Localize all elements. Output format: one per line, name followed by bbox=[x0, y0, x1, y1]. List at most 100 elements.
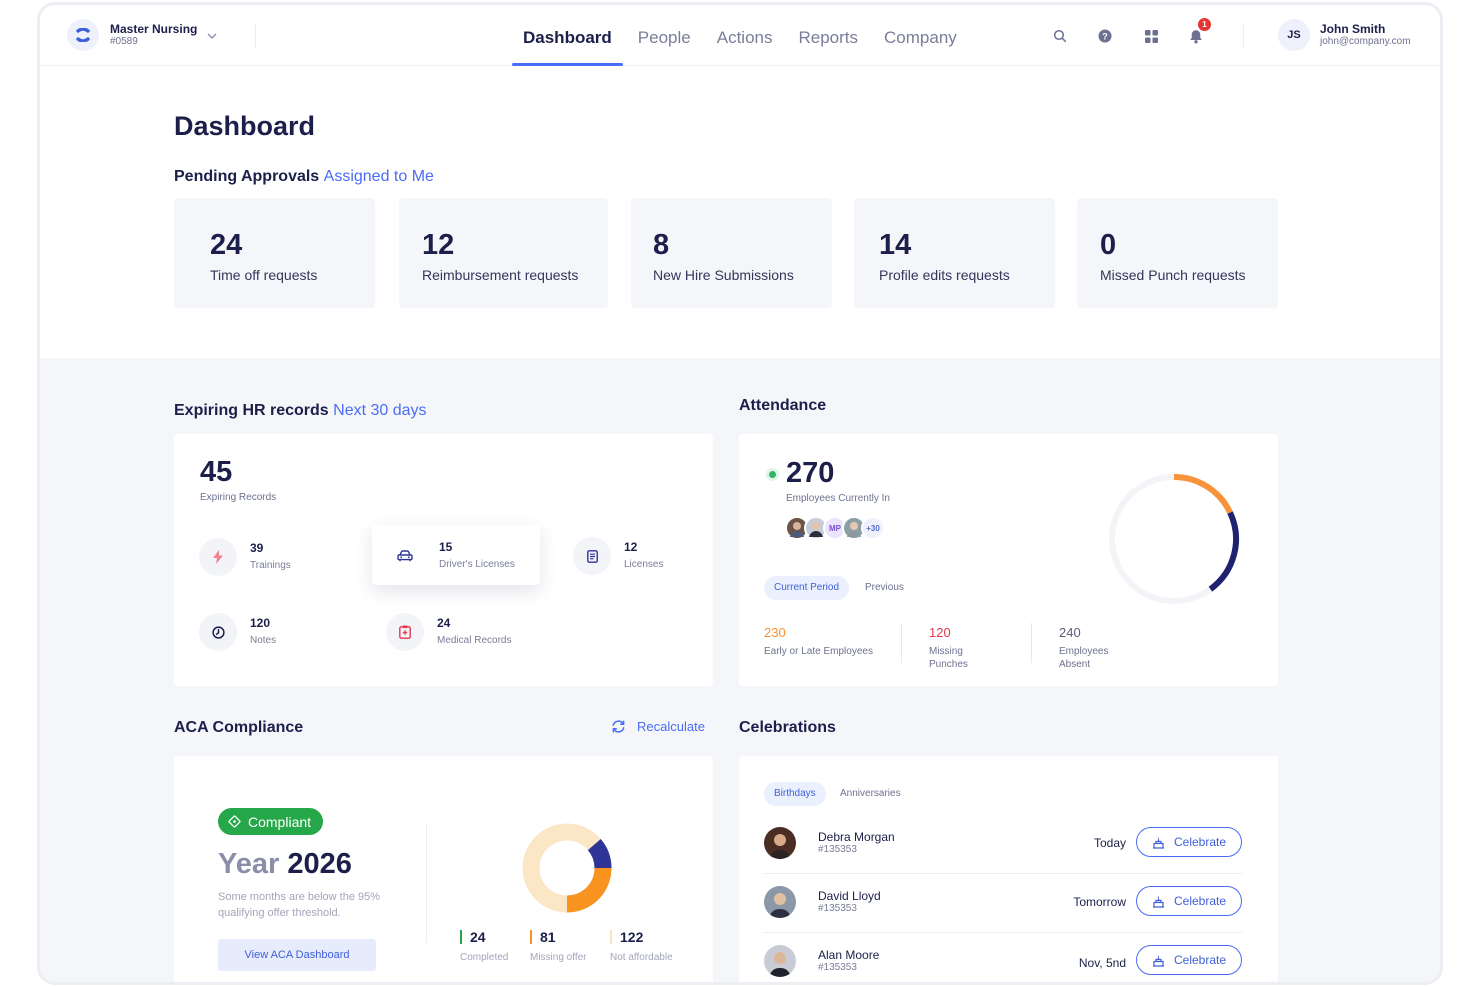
stat-card-new-hire[interactable]: 8 New Hire Submissions bbox=[631, 198, 832, 308]
nav-actions[interactable]: Actions bbox=[704, 5, 786, 66]
employee-avatars[interactable]: MP +30 bbox=[785, 516, 885, 540]
expiring-total-label: Expiring Records bbox=[200, 492, 277, 503]
aca-year: Year 2026 bbox=[218, 848, 352, 881]
view-aca-dashboard-button[interactable]: View ACA Dashboard bbox=[218, 939, 376, 971]
hr-item-drivers-licenses[interactable]: 15 Driver's Licenses bbox=[386, 537, 515, 575]
search-icon[interactable] bbox=[1049, 25, 1071, 47]
donut-segment-missing-offer bbox=[566, 867, 612, 913]
section-title-text: Expiring HR records bbox=[174, 402, 329, 419]
stat-value: 24 bbox=[210, 229, 243, 261]
stat-card-profile-edits[interactable]: 14 Profile edits requests bbox=[854, 198, 1055, 308]
aca-stat-label: Completed bbox=[460, 952, 509, 963]
stat-label: Missed Punch requests bbox=[1100, 267, 1246, 283]
missing-punches-label: Missing Punches bbox=[929, 646, 968, 670]
notification-badge: 1 bbox=[1198, 18, 1211, 31]
stat-card-time-off[interactable]: 24 Time off requests bbox=[174, 198, 375, 308]
celebrate-button[interactable]: Celebrate bbox=[1136, 886, 1242, 916]
celebrate-button[interactable]: Celebrate bbox=[1136, 827, 1242, 857]
diamond-icon bbox=[228, 815, 241, 828]
hr-item-medical-records[interactable]: 24 Medical Records bbox=[386, 613, 511, 651]
celebrant-id: #135353 bbox=[818, 844, 857, 855]
cake-icon bbox=[1152, 954, 1164, 967]
celebrate-button[interactable]: Celebrate bbox=[1136, 945, 1242, 975]
employees-absent-label: Employees Absent bbox=[1059, 646, 1109, 670]
attendance-ring-segment bbox=[1173, 474, 1233, 514]
avatar: JS bbox=[1278, 19, 1310, 51]
celebrate-label: Celebrate bbox=[1173, 835, 1227, 849]
nav-reports[interactable]: Reports bbox=[785, 5, 871, 66]
hr-item-value: 15 bbox=[439, 540, 453, 554]
organization-switcher[interactable]: Master Nursing #0589 bbox=[67, 19, 217, 51]
attendance-ring-segment bbox=[1208, 511, 1239, 592]
aca-stat-label: Missing offer bbox=[530, 952, 587, 963]
employees-absent-value: 240 bbox=[1059, 625, 1081, 640]
main-nav: Dashboard People Actions Reports Company bbox=[510, 5, 970, 66]
expiring-total: 45 bbox=[200, 456, 233, 488]
stat-value: 0 bbox=[1100, 229, 1117, 261]
stat-label: Profile edits requests bbox=[879, 267, 1010, 283]
tab-anniversaries[interactable]: Anniversaries bbox=[830, 782, 911, 806]
tab-previous[interactable]: Previous bbox=[855, 576, 914, 600]
attendance-ring bbox=[1109, 474, 1239, 604]
stat-label: Reimbursement requests bbox=[422, 267, 579, 283]
divider bbox=[1243, 23, 1244, 49]
svg-text:?: ? bbox=[1102, 32, 1108, 42]
next-30-days-link[interactable]: Next 30 days bbox=[333, 402, 426, 419]
tab-birthdays[interactable]: Birthdays bbox=[764, 782, 826, 806]
divider bbox=[255, 23, 256, 49]
page-title: Dashboard bbox=[174, 111, 316, 141]
user-menu[interactable]: JS John Smith john@company.com bbox=[1278, 19, 1411, 51]
early-late-value: 230 bbox=[764, 625, 786, 640]
celebrant-name: Debra Morgan bbox=[818, 830, 895, 844]
hr-item-trainings[interactable]: 39 Trainings bbox=[199, 538, 291, 576]
aca-compliance-panel: Compliant Year 2026 Some months are belo… bbox=[174, 756, 713, 982]
stat-card-missed-punch[interactable]: 0 Missed Punch requests bbox=[1077, 198, 1278, 308]
hr-item-notes[interactable]: 120 Notes bbox=[199, 613, 276, 651]
celebrate-label: Celebrate bbox=[1173, 953, 1227, 967]
online-status-dot bbox=[769, 471, 776, 478]
stat-card-reimbursement[interactable]: 12 Reimbursement requests bbox=[399, 198, 608, 308]
refresh-icon bbox=[612, 720, 625, 733]
hr-item-value: 39 bbox=[250, 541, 264, 555]
list-item: Debra Morgan #135353 Today Celebrate bbox=[764, 827, 1242, 863]
nav-people[interactable]: People bbox=[625, 5, 704, 66]
hr-item-value: 24 bbox=[437, 616, 451, 630]
hr-item-label: Trainings bbox=[250, 560, 291, 571]
expiring-hr-panel: 45 Expiring Records 39 Trainings 15 Driv… bbox=[174, 434, 713, 686]
aca-stat-missing-offer: 81 Missing offer bbox=[530, 930, 587, 963]
nav-dashboard[interactable]: Dashboard bbox=[510, 5, 625, 66]
divider bbox=[426, 823, 427, 943]
celebrations-panel: Birthdays Anniversaries Debra Morgan #13… bbox=[739, 756, 1278, 982]
aca-stat-value: 122 bbox=[610, 930, 673, 944]
early-late-label: Early or Late Employees bbox=[764, 646, 873, 657]
avatar bbox=[764, 827, 796, 859]
organization-name: Master Nursing bbox=[110, 21, 198, 36]
top-navigation-bar: Master Nursing #0589 Dashboard People Ac… bbox=[40, 5, 1440, 66]
cake-icon bbox=[1152, 895, 1164, 908]
assigned-to-me-link[interactable]: Assigned to Me bbox=[324, 168, 434, 185]
help-icon[interactable]: ? bbox=[1094, 25, 1116, 47]
aca-stat-not-affordable: 122 Not affordable bbox=[610, 930, 673, 963]
celebrate-label: Celebrate bbox=[1173, 894, 1227, 908]
attendance-panel: 270 Employees Currently In MP +30 Curren… bbox=[739, 434, 1278, 686]
stat-value: 8 bbox=[653, 229, 670, 261]
year-value: 2026 bbox=[287, 848, 352, 880]
pending-approvals-title: Pending Approvals Assigned to Me bbox=[174, 168, 434, 186]
avatar bbox=[764, 886, 796, 918]
celebrant-id: #135353 bbox=[818, 903, 857, 914]
hr-item-licenses[interactable]: 12 Licenses bbox=[573, 537, 663, 575]
stat-label: New Hire Submissions bbox=[653, 267, 794, 283]
aca-stat-value: 24 bbox=[460, 930, 508, 944]
hr-item-value: 120 bbox=[250, 616, 271, 630]
hr-item-value: 12 bbox=[624, 540, 638, 554]
nav-company[interactable]: Company bbox=[871, 5, 970, 66]
hr-item-label: Driver's Licenses bbox=[439, 559, 515, 570]
apps-grid-icon[interactable] bbox=[1140, 25, 1162, 47]
recalculate-button[interactable]: Recalculate bbox=[611, 719, 705, 734]
bolt-icon bbox=[199, 538, 237, 576]
celebration-date: Tomorrow bbox=[1073, 895, 1126, 909]
tab-current-period[interactable]: Current Period bbox=[764, 576, 850, 600]
stat-value: 12 bbox=[422, 229, 455, 261]
compliant-badge: Compliant bbox=[218, 808, 324, 835]
year-prefix: Year bbox=[218, 848, 280, 880]
